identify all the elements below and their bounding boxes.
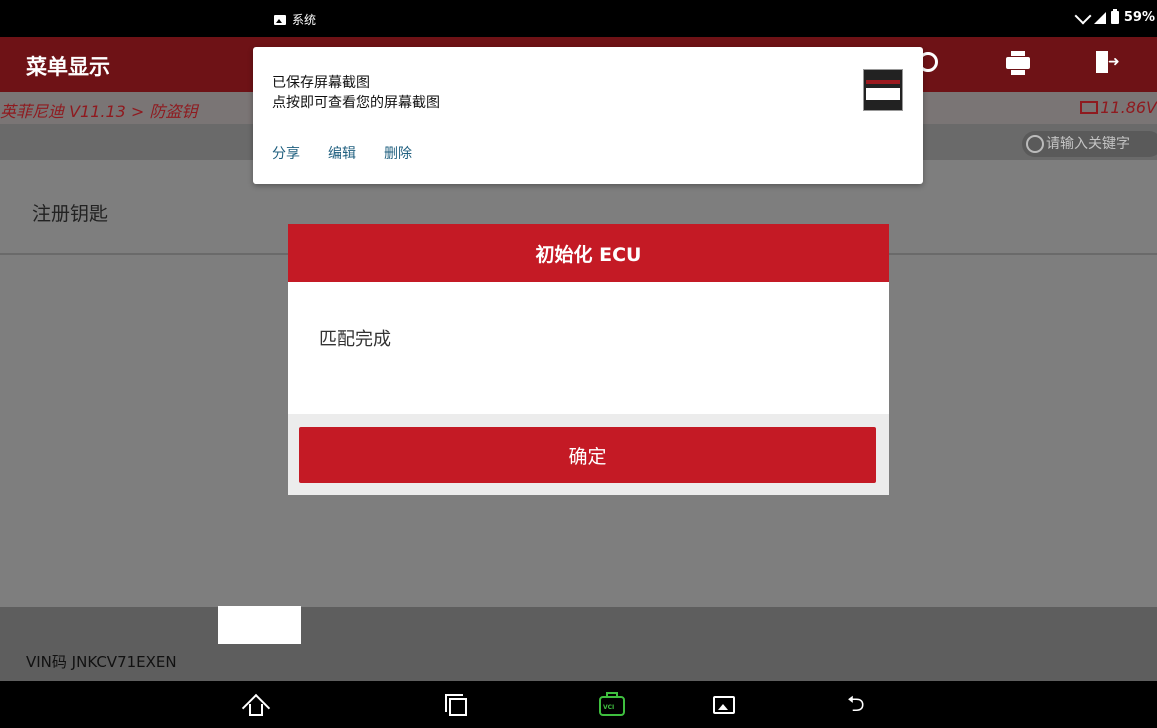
navigation-bar: VCI ⮌ <box>0 681 1157 728</box>
vci-icon[interactable]: VCI <box>597 692 627 718</box>
page-title: 菜单显示 <box>26 55 110 79</box>
recent-apps-icon[interactable] <box>443 692 469 718</box>
signal-icon <box>1093 11 1106 24</box>
wifi-icon <box>1074 7 1092 24</box>
home-icon[interactable] <box>241 692 271 723</box>
back-icon[interactable]: ⮌ <box>847 692 873 718</box>
ok-button[interactable]: 确定 <box>299 427 876 483</box>
image-icon <box>274 14 286 25</box>
status-indicators: 59% <box>1074 7 1155 25</box>
battery-icon <box>1110 9 1119 24</box>
exit-icon[interactable]: ➜ <box>1094 51 1120 75</box>
printer-icon[interactable] <box>1006 51 1030 75</box>
gallery-icon[interactable] <box>710 692 736 718</box>
battery-level: 59% <box>1123 10 1155 25</box>
car-battery-icon <box>1080 101 1099 114</box>
edit-button[interactable]: 编辑 <box>328 143 356 163</box>
dialog-title: 初始化 ECU <box>288 224 889 282</box>
breadcrumb: 英菲尼迪 V11.13 > 防盗钥 <box>0 102 198 121</box>
dialog-body: 匹配完成 <box>288 282 889 414</box>
share-button[interactable]: 分享 <box>272 143 300 163</box>
dialog-footer: 确定 <box>288 414 889 495</box>
vin-label: VIN码 JNKCV71EXEN <box>26 653 177 671</box>
screenshot-notification[interactable]: 已保存屏幕截图 点按即可查看您的屏幕截图 分享 编辑 删除 <box>253 47 923 184</box>
status-bar: 系统 59% <box>0 0 1157 37</box>
voltage-value: 11.86V <box>1100 98 1157 117</box>
init-ecu-dialog: 初始化 ECU 匹配完成 确定 <box>288 224 889 495</box>
dialog-message: 匹配完成 <box>319 329 391 350</box>
notification-subtitle: 点按即可查看您的屏幕截图 <box>272 95 440 111</box>
search-box[interactable] <box>1022 131 1157 157</box>
notification-title: 已保存屏幕截图 <box>272 75 370 91</box>
status-notification: 系统 <box>274 11 316 28</box>
vehicle-info-bar: VIN码 JNKCV71EXEN <box>0 607 1157 681</box>
voltage-indicator: 11.86V <box>1080 98 1157 117</box>
magnifier-icon <box>1026 135 1044 153</box>
menu-item-label: 注册钥匙 <box>32 203 109 225</box>
vin-redaction <box>218 606 301 644</box>
status-app-label: 系统 <box>292 13 317 27</box>
notification-actions: 分享 编辑 删除 <box>272 143 412 163</box>
delete-button[interactable]: 删除 <box>384 143 412 163</box>
screenshot-thumbnail[interactable] <box>863 69 903 111</box>
search-input[interactable] <box>1046 136 1156 152</box>
